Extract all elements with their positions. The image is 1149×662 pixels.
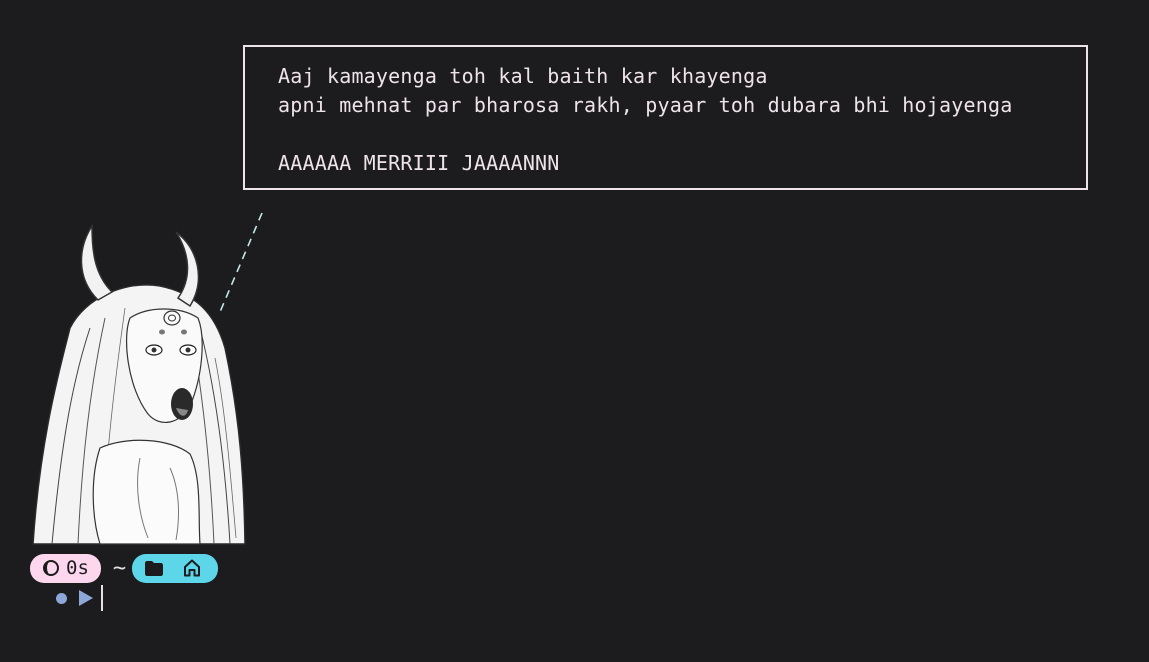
quote-line-1: Aaj kamayenga toh kal baith kar khayenga <box>278 64 768 88</box>
duration-text: 0s <box>66 557 89 579</box>
play-arrow-icon <box>79 590 93 606</box>
home-icon <box>182 558 202 578</box>
anime-character-art <box>32 223 246 545</box>
half-moon-icon <box>43 560 59 576</box>
folder-icon <box>144 560 164 577</box>
command-input-line[interactable] <box>56 585 103 611</box>
dot-icon <box>56 592 67 604</box>
duration-badge: 0s <box>30 553 101 583</box>
shell-prompt: 0s ~ <box>30 553 219 583</box>
quote-line-2: apni mehnat par bharosa rakh, pyaar toh … <box>278 93 1013 117</box>
quote-line-3: AAAAAA MERRIII JAAAANNN <box>278 151 560 175</box>
directory-badge <box>132 553 219 583</box>
text-cursor <box>101 585 103 611</box>
speech-bubble: Aaj kamayenga toh kal baith kar khayenga… <box>243 45 1088 190</box>
path-tilde: ~ <box>112 555 127 581</box>
terminal-window[interactable]: Aaj kamayenga toh kal baith kar khayenga… <box>0 0 1149 662</box>
